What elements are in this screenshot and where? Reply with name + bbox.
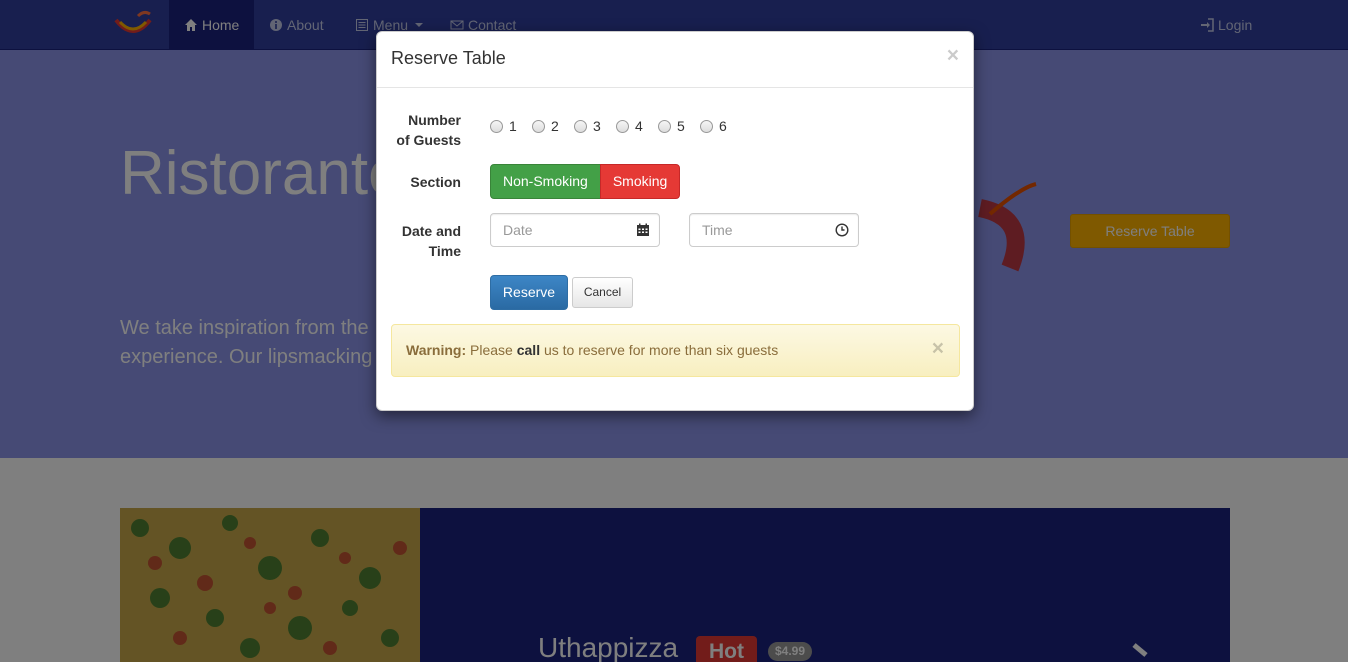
reserve-button[interactable]: Reserve xyxy=(490,275,568,310)
modal-close-button[interactable]: × xyxy=(947,44,959,68)
date-input[interactable]: Date xyxy=(490,213,660,247)
guests-radio-label: 6 xyxy=(719,118,727,134)
datetime-label-line1: Date and xyxy=(401,223,461,239)
datetime-label-line2: Time xyxy=(428,243,461,259)
radio-button-icon[interactable] xyxy=(616,119,629,133)
guests-radio-4[interactable]: 4 xyxy=(616,118,658,134)
radio-button-icon[interactable] xyxy=(658,119,671,133)
smoking-button[interactable]: Smoking xyxy=(599,164,681,199)
date-placeholder: Date xyxy=(503,222,533,238)
guests-radio-label: 5 xyxy=(677,118,685,134)
datetime-label: Date and Time xyxy=(377,221,461,261)
section-label: Section xyxy=(410,174,461,190)
radio-button-icon[interactable] xyxy=(532,119,545,133)
guests-radio-6[interactable]: 6 xyxy=(700,118,742,134)
modal-header: Reserve Table × xyxy=(377,32,973,88)
alert-text-before: Please xyxy=(470,342,513,358)
clock-icon xyxy=(835,223,849,237)
alert-prefix: Warning: xyxy=(406,342,467,358)
alert-close-button[interactable]: × xyxy=(932,325,944,373)
time-placeholder: Time xyxy=(702,222,733,238)
cancel-button[interactable]: Cancel xyxy=(572,277,633,308)
radio-button-icon[interactable] xyxy=(700,119,713,133)
guests-label: Number of Guests xyxy=(377,110,461,150)
calendar-icon xyxy=(637,223,649,236)
guests-radio-group: 1 2 3 4 5 6 xyxy=(490,118,742,134)
guests-label-line1: Number xyxy=(408,112,461,128)
guests-radio-2[interactable]: 2 xyxy=(532,118,574,134)
guests-label-line2: of Guests xyxy=(396,132,461,148)
guests-radio-1[interactable]: 1 xyxy=(490,118,532,134)
guests-radio-label: 1 xyxy=(509,118,517,134)
section-button-group: Non-Smoking Smoking xyxy=(490,164,681,199)
non-smoking-button[interactable]: Non-Smoking xyxy=(490,164,601,199)
time-input[interactable]: Time xyxy=(689,213,859,247)
alert-text-after: us to reserve for more than six guests xyxy=(543,342,779,358)
warning-alert: Warning: Please call us to reserve for m… xyxy=(391,324,960,377)
alert-emphasis: call xyxy=(516,342,541,358)
guests-radio-5[interactable]: 5 xyxy=(658,118,700,134)
guests-radio-label: 3 xyxy=(593,118,601,134)
guests-radio-3[interactable]: 3 xyxy=(574,118,616,134)
reserve-table-modal: Reserve Table × Number of Guests 1 2 3 4… xyxy=(376,31,974,411)
guests-radio-label: 2 xyxy=(551,118,559,134)
radio-button-icon[interactable] xyxy=(490,119,503,133)
modal-title: Reserve Table xyxy=(391,48,506,68)
radio-button-icon[interactable] xyxy=(574,119,587,133)
guests-radio-label: 4 xyxy=(635,118,643,134)
